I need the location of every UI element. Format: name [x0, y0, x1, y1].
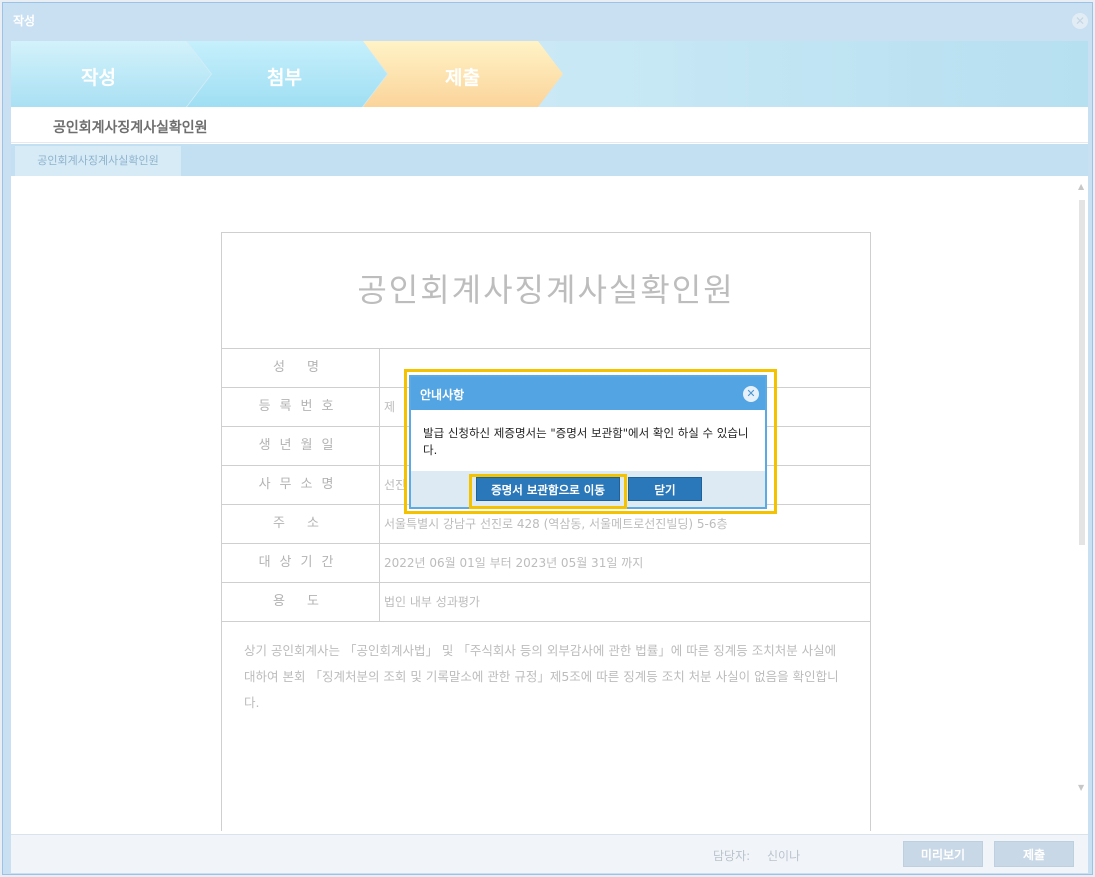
window-close-icon[interactable]: ✕ [1072, 13, 1088, 29]
preview-button[interactable]: 미리보기 [903, 841, 983, 867]
step-attach: 첨부 [187, 41, 387, 107]
step-submit: 제출 [363, 41, 563, 107]
document-body-text: 상기 공인회계사는 「공인회계사법」 및 「주식회사 등의 외부감사에 관한 법… [244, 643, 839, 710]
row-label: 생년월일 [222, 427, 380, 465]
submit-button[interactable]: 제출 [994, 841, 1074, 867]
row-value: 선진 [384, 478, 407, 492]
document-row: 대상기간 2022년 06월 01일 부터 2023년 05월 31일 까지 [222, 544, 870, 583]
vertical-scrollbar[interactable]: ▲ ▼ [1078, 182, 1086, 792]
manager-label: 담당자: [713, 849, 751, 863]
row-label: 등록번호 [222, 388, 380, 426]
step-label: 첨부 [267, 67, 302, 89]
row-label: 대상기간 [222, 544, 380, 582]
row-value: 제 [384, 400, 396, 414]
button-highlight-frame [469, 474, 627, 509]
dialog-close-button[interactable]: 닫기 [628, 477, 702, 501]
document-title: 공인회계사징계사실확인원 [222, 233, 870, 349]
step-label: 제출 [445, 67, 480, 89]
window-footer: 담당자: 신이나 미리보기 제출 [11, 834, 1088, 873]
step-label: 작성 [81, 67, 116, 89]
row-label: 용 도 [222, 583, 380, 621]
step-progress: 작성 첨부 제출 [11, 41, 1088, 107]
dialog-title: 안내사항 [420, 388, 465, 402]
certificate-document: 공인회계사징계사실확인원 성 명 등록번호 제 생년월일 사무소명 선진 주 소… [221, 232, 871, 831]
row-label: 사무소명 [222, 466, 380, 504]
dialog-message: 발급 신청하신 제증명서는 "증명서 보관함"에서 확인 하실 수 있습니다. [423, 426, 749, 457]
tab-certificate[interactable]: 공인회계사징계사실확인원 [15, 146, 181, 176]
manager-name: 신이나 [767, 849, 801, 863]
scroll-down-icon[interactable]: ▼ [1078, 783, 1084, 792]
scroll-up-icon[interactable]: ▲ [1078, 182, 1084, 191]
document-row: 용 도 법인 내부 성과평가 [222, 583, 870, 622]
window-titlebar: 작성 ✕ [3, 3, 1092, 37]
row-label: 성 명 [222, 349, 380, 387]
scroll-thumb[interactable] [1079, 200, 1085, 545]
step-write: 작성 [11, 41, 211, 107]
dialog-header: 안내사항 ✕ [411, 377, 765, 410]
tab-bar: 공인회계사징계사실확인원 [11, 144, 1088, 176]
row-value: 법인 내부 성과평가 [384, 595, 480, 609]
window-title: 작성 [13, 14, 36, 28]
row-label: 주 소 [222, 505, 380, 543]
page-title: 공인회계사징계사실확인원 [53, 120, 208, 136]
dialog-close-icon[interactable]: ✕ [743, 386, 759, 402]
row-value: 2022년 06월 01일 부터 2023년 05월 31일 까지 [384, 556, 644, 570]
document-header: 공인회계사징계사실확인원 [11, 107, 1088, 143]
